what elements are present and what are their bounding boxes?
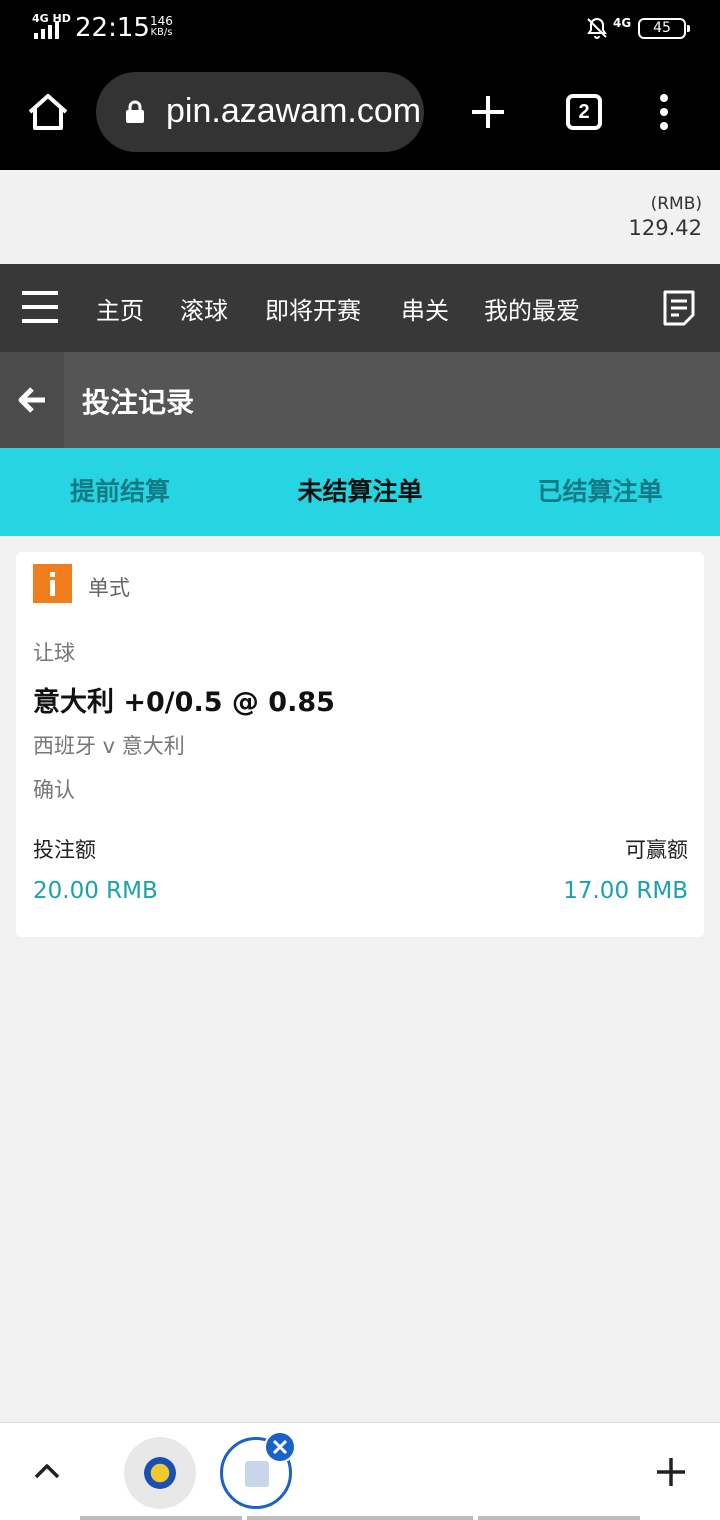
stake-label: 投注额	[33, 838, 96, 862]
status-bar: 4G HD 22:15 146 KB/s 4G 45	[0, 0, 720, 56]
back-button[interactable]	[0, 352, 64, 448]
stake-value: 20.00 RMB	[33, 878, 158, 904]
network-speed: 146 KB/s	[150, 14, 173, 38]
nav-item-parlay[interactable]: 串关	[401, 291, 449, 326]
url-text[interactable]: pin.azawam.com	[166, 92, 421, 131]
site-nav: 主页 滚球 即将开赛 串关 我的最爱	[0, 264, 720, 352]
bet-selection: 意大利 +0/0.5 @ 0.85	[33, 687, 335, 718]
balance-panel: (RMB) 129.42	[0, 170, 720, 264]
tab-unsettled[interactable]: 未结算注单	[240, 448, 480, 536]
more-menu-icon[interactable]	[654, 92, 674, 132]
nav-item-live[interactable]: 滚球	[180, 291, 228, 326]
hamburger-menu-icon[interactable]	[22, 290, 58, 324]
bet-slip-icon[interactable]	[662, 289, 696, 327]
bet-history-tabs: 提前结算 未结算注单 已结算注单	[0, 448, 720, 536]
scroll-indicator	[478, 1516, 640, 1520]
address-bar[interactable]: pin.azawam.com	[96, 72, 424, 152]
browser-tab-strip	[0, 1422, 720, 1520]
balance-currency: (RMB)	[650, 194, 702, 214]
battery-icon: 45	[638, 18, 690, 39]
bet-type: 单式	[88, 576, 130, 600]
document-icon	[245, 1461, 269, 1487]
page-header: 投注记录	[0, 352, 720, 448]
scroll-indicator	[80, 1516, 242, 1520]
potential-win-value: 17.00 RMB	[563, 878, 688, 904]
info-icon	[33, 564, 72, 603]
bet-card[interactable]: 单式 让球 意大利 +0/0.5 @ 0.85 西班牙 v 意大利 确认 投注额…	[16, 552, 704, 937]
nav-item-home[interactable]: 主页	[96, 291, 144, 326]
site-logo-icon	[144, 1457, 176, 1489]
add-tab-icon[interactable]	[656, 1457, 686, 1487]
bet-status: 确认	[33, 778, 75, 802]
home-icon[interactable]	[26, 92, 70, 132]
balance-amount: 129.42	[628, 216, 702, 240]
tab-settled[interactable]: 已结算注单	[480, 448, 720, 536]
mobile-network-label: 4G	[613, 16, 632, 30]
network-label: 4G HD	[32, 12, 71, 25]
tab-cash-out[interactable]: 提前结算	[0, 448, 240, 536]
page-title: 投注记录	[82, 386, 195, 419]
nav-item-upcoming[interactable]: 即将开赛	[265, 291, 361, 326]
bet-match: 西班牙 v 意大利	[33, 734, 185, 758]
battery-level: 45	[653, 20, 671, 36]
clock: 22:15	[75, 13, 150, 43]
nav-item-favorites[interactable]: 我的最爱	[484, 291, 580, 326]
scroll-indicator	[247, 1516, 473, 1520]
browser-toolbar: pin.azawam.com 2	[0, 56, 720, 170]
arrow-left-icon	[18, 387, 45, 413]
new-tab-icon[interactable]	[468, 92, 508, 132]
close-tab-button[interactable]	[264, 1431, 296, 1463]
chevron-up-icon[interactable]	[32, 1459, 62, 1483]
tab-switcher-button[interactable]: 2	[566, 94, 602, 130]
tab-thumbnail-1[interactable]	[124, 1437, 196, 1509]
bell-off-icon	[587, 17, 607, 39]
lock-icon	[126, 100, 144, 123]
bet-market: 让球	[33, 641, 75, 665]
potential-win-label: 可赢额	[625, 838, 688, 862]
close-icon	[272, 1439, 288, 1455]
